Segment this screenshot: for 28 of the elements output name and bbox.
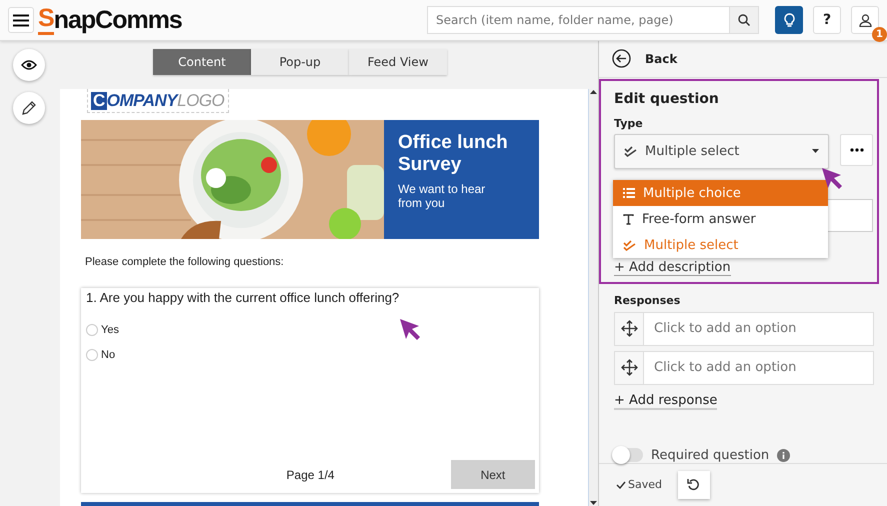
intro-text: Please complete the following questions: xyxy=(85,256,285,268)
survey-subtitle: We want to hear from you xyxy=(398,182,486,210)
option-label: No xyxy=(101,349,116,361)
required-label: Required question xyxy=(651,448,770,463)
panel-title: Edit question xyxy=(614,90,720,107)
help-button[interactable]: ? xyxy=(813,6,841,34)
response-field[interactable]: Click to add an option xyxy=(644,312,874,346)
notification-badge: 1 xyxy=(872,27,887,42)
next-button[interactable]: Next xyxy=(450,460,535,489)
app-logo: SnapComms xyxy=(38,6,182,34)
view-tab[interactable]: Pop-up xyxy=(251,49,349,75)
add-description-link[interactable]: + Add description xyxy=(614,260,731,276)
view-tab[interactable]: Feed View xyxy=(349,49,447,75)
response-field[interactable]: Click to add an option xyxy=(644,350,874,385)
option-label: Yes xyxy=(101,324,119,336)
back-button[interactable]: Back xyxy=(599,41,887,78)
saved-status: Saved xyxy=(616,478,662,492)
search-field[interactable]: Search (item name, folder name, page) xyxy=(427,6,729,34)
type-label: Type xyxy=(614,116,644,130)
responses-label: Responses xyxy=(614,294,682,307)
add-response-link[interactable]: + Add response xyxy=(614,392,718,410)
company-logo: COMPANYLOGO xyxy=(87,89,229,113)
menu-item[interactable]: Free-form answer xyxy=(613,206,828,232)
type-dropdown[interactable]: Multiple select xyxy=(614,134,829,169)
survey-title: Office lunch Survey xyxy=(398,132,509,176)
page-indicator: Page 1/4 xyxy=(286,468,334,482)
view-tab[interactable]: Content xyxy=(153,49,251,75)
question-text: 1. Are you happy with the current office lunch offering? xyxy=(86,290,400,305)
